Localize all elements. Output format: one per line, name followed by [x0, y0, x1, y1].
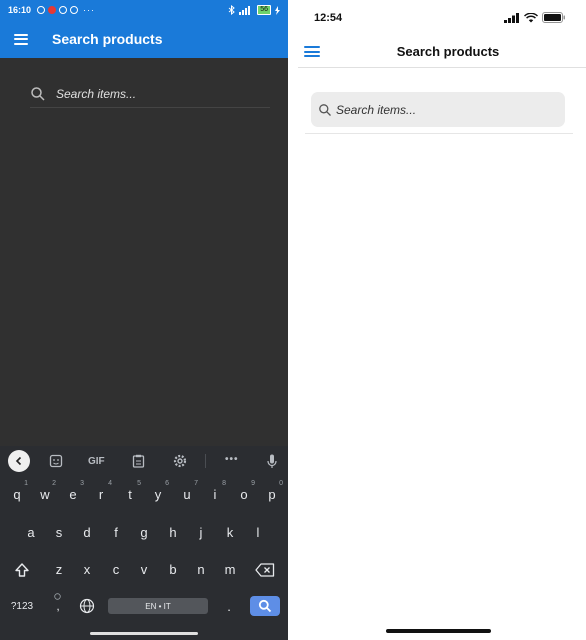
search-input[interactable]: Search items... — [30, 80, 270, 108]
globe-icon — [79, 598, 95, 614]
status-icons — [504, 12, 566, 23]
android-status-bar: 16:10 ··· 56 — [0, 0, 288, 20]
status-time: 16:10 — [8, 5, 32, 15]
keyboard-row-1: q1 w2 e3 r4 t5 y6 u7 i8 o9 p0 — [0, 480, 288, 508]
key-d[interactable]: d — [76, 520, 98, 546]
gif-button[interactable]: GIF — [88, 456, 105, 467]
search-submit-key[interactable] — [250, 596, 280, 616]
bluetooth-icon — [228, 5, 236, 15]
symbols-key[interactable]: ?123 — [6, 596, 38, 616]
key-k[interactable]: k — [219, 520, 241, 546]
charging-icon — [275, 5, 280, 15]
key-h[interactable]: h — [162, 520, 184, 546]
search-input[interactable]: Search items... — [311, 92, 565, 127]
gear-icon[interactable] — [173, 454, 187, 468]
key-e[interactable]: e3 — [62, 480, 84, 508]
signal-icon — [504, 12, 519, 23]
key-f[interactable]: f — [105, 520, 127, 546]
page-title: Search products — [396, 44, 500, 59]
divider — [305, 133, 573, 134]
notification-icon — [48, 6, 57, 14]
search-icon — [258, 599, 272, 613]
key-o[interactable]: o9 — [233, 480, 255, 508]
more-options-icon[interactable]: ••• — [225, 454, 239, 465]
search-placeholder: Search items... — [56, 86, 137, 101]
key-n[interactable]: n — [190, 557, 212, 583]
key-a[interactable]: a — [20, 520, 42, 546]
backspace-icon — [255, 563, 275, 577]
comma-key[interactable]: , — [50, 593, 66, 616]
keyboard-row-2: a s d f g h j k l — [0, 520, 288, 546]
key-c[interactable]: c — [105, 557, 127, 583]
key-g[interactable]: g — [133, 520, 155, 546]
keyboard-row-3: z x c v b n m — [0, 557, 288, 583]
key-r[interactable]: r4 — [90, 480, 112, 508]
emoji-icon — [54, 593, 61, 600]
period-key[interactable]: . — [222, 596, 236, 616]
key-b[interactable]: b — [162, 557, 184, 583]
ios-navigation-bar: Search products — [298, 36, 586, 68]
key-t[interactable]: t5 — [119, 480, 141, 508]
search-icon — [31, 86, 45, 101]
home-indicator — [386, 629, 491, 633]
notification-icon — [70, 6, 79, 14]
language-key[interactable] — [78, 596, 96, 616]
wifi-icon — [524, 12, 538, 22]
key-j[interactable]: j — [190, 520, 212, 546]
android-gesture-bar — [90, 632, 198, 635]
backspace-key[interactable] — [254, 557, 276, 583]
page-title: Search products — [52, 31, 163, 47]
ios-status-bar: 12:54 — [298, 10, 586, 26]
screenshot-comparison: 16:10 ··· 56 Search products Search item… — [0, 0, 586, 640]
key-w[interactable]: w2 — [34, 480, 56, 508]
key-i[interactable]: i8 — [204, 480, 226, 508]
notification-icon — [37, 6, 46, 14]
notification-icon — [59, 6, 68, 14]
soft-keyboard: GIF ••• q1 w2 e3 r4 t5 y6 u7 i8 o9 p0 a … — [0, 446, 288, 640]
key-q[interactable]: q1 — [6, 480, 28, 508]
more-notifications-icon: ··· — [83, 5, 96, 15]
shift-key[interactable] — [11, 557, 33, 583]
signal-icon — [239, 5, 251, 15]
android-screen: 16:10 ··· 56 Search products Search item… — [0, 0, 288, 640]
key-x[interactable]: x — [76, 557, 98, 583]
status-time: 12:54 — [314, 12, 343, 24]
key-v[interactable]: v — [133, 557, 155, 583]
key-s[interactable]: s — [48, 520, 70, 546]
ios-screen: 12:54 Search products Search items... — [298, 0, 586, 640]
sticker-icon[interactable] — [49, 454, 63, 468]
microphone-icon[interactable] — [267, 454, 277, 469]
keyboard-row-4: ?123 , EN • IT . — [0, 593, 288, 622]
search-placeholder: Search items... — [336, 102, 417, 117]
keyboard-back-button[interactable] — [8, 450, 30, 472]
status-right: 56 — [228, 5, 280, 15]
keyboard-toolbar: GIF ••• — [0, 446, 288, 476]
clipboard-icon[interactable] — [132, 454, 145, 468]
key-u[interactable]: u7 — [176, 480, 198, 508]
key-p[interactable]: p0 — [261, 480, 283, 508]
android-app-bar: Search products — [0, 20, 288, 58]
menu-icon[interactable] — [14, 33, 28, 45]
search-icon — [319, 103, 331, 116]
key-z[interactable]: z — [48, 557, 70, 583]
chevron-left-icon — [15, 456, 22, 466]
shift-icon — [15, 563, 29, 577]
battery-level: 56 — [257, 5, 271, 15]
key-y[interactable]: y6 — [147, 480, 169, 508]
key-l[interactable]: l — [247, 520, 269, 546]
battery-icon — [542, 12, 565, 23]
toolbar-divider — [205, 454, 206, 468]
space-bar[interactable]: EN • IT — [108, 598, 208, 614]
key-m[interactable]: m — [219, 557, 241, 583]
